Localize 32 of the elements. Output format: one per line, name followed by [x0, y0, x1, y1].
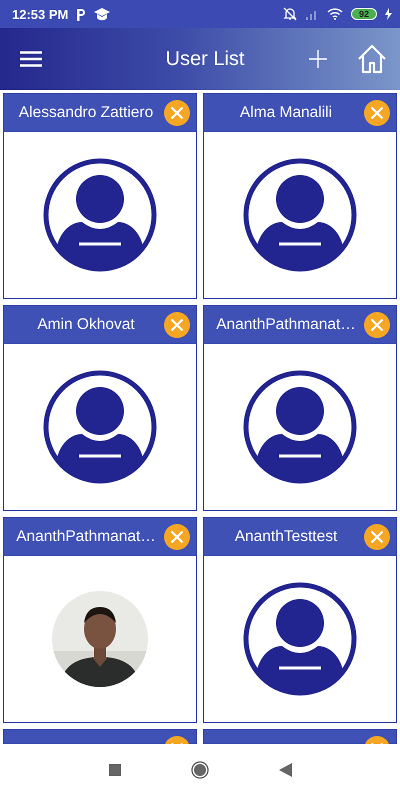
close-icon[interactable]	[364, 312, 390, 338]
parking-icon	[76, 8, 86, 20]
user-name: Amin Okhovat	[36, 316, 136, 334]
avatar-placeholder-icon	[243, 158, 357, 272]
home-button[interactable]	[356, 43, 388, 75]
close-icon[interactable]	[164, 312, 190, 338]
user-name: Alessandro Zattiero	[18, 104, 154, 122]
avatar-placeholder-icon	[243, 370, 357, 484]
close-icon[interactable]	[164, 524, 190, 550]
screen-title: User List	[164, 48, 246, 70]
close-icon[interactable]	[364, 100, 390, 126]
close-icon[interactable]	[364, 524, 390, 550]
add-button[interactable]	[308, 49, 328, 69]
charging-icon	[385, 8, 392, 20]
avatar-placeholder-icon	[43, 158, 157, 272]
muted-bell-icon	[283, 7, 297, 21]
user-name: AnanthPathmanat…	[215, 316, 357, 334]
wifi-icon	[327, 8, 343, 20]
recents-button[interactable]	[108, 764, 120, 776]
home-nav-button[interactable]	[190, 761, 208, 779]
user-name: AnanthPathmanat…	[15, 528, 157, 546]
user-name: AnanthTesttest	[234, 528, 338, 546]
user-name: Alma Manalili	[238, 104, 334, 122]
back-button[interactable]	[278, 763, 292, 777]
avatar-placeholder-icon	[243, 582, 357, 696]
battery-level: 92	[351, 8, 377, 20]
menu-button[interactable]	[20, 51, 42, 67]
signal-icon	[305, 8, 319, 20]
status-time: 12:53 PM	[12, 6, 68, 22]
graduation-cap-icon	[94, 8, 110, 20]
close-icon[interactable]	[164, 100, 190, 126]
avatar-placeholder-icon	[43, 370, 157, 484]
